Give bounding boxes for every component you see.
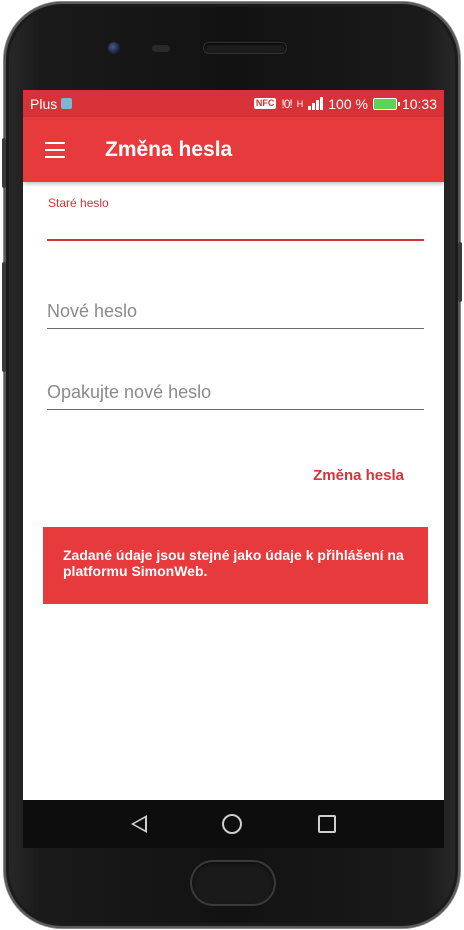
home-icon[interactable] — [222, 814, 243, 834]
image-notification-icon — [61, 98, 73, 109]
battery-icon — [372, 97, 400, 110]
vibrate-icon: !0! — [281, 96, 292, 111]
new-password-underline — [47, 328, 424, 329]
side-button — [2, 138, 6, 188]
nfc-icon: NFC — [253, 98, 277, 109]
earpiece-speaker — [204, 43, 286, 53]
signal-icon — [308, 97, 324, 110]
app-bar: Změna hesla — [23, 117, 444, 182]
old-password-field: Staré heslo — [47, 182, 424, 248]
repeat-password-input[interactable] — [47, 375, 424, 409]
network-type-label: H — [296, 98, 304, 109]
change-password-button[interactable]: Změna hesla — [313, 467, 404, 484]
old-password-input[interactable] — [47, 212, 424, 238]
old-password-label: Staré heslo — [48, 196, 109, 210]
info-notice: Zadané údaje jsou stejné jako údaje k př… — [43, 527, 428, 604]
carrier-label: Plus — [30, 95, 58, 112]
front-camera — [108, 42, 120, 54]
status-bar: Plus NFC !0! H 100 % 10:33 — [23, 90, 444, 117]
recents-icon[interactable] — [318, 815, 337, 833]
page-title: Změna hesla — [105, 137, 233, 161]
proximity-sensor — [152, 45, 170, 52]
new-password-field — [47, 294, 424, 329]
battery-percent: 100 % — [328, 95, 368, 112]
repeat-password-field — [47, 375, 424, 410]
back-icon[interactable] — [130, 815, 147, 833]
clock: 10:33 — [401, 95, 437, 112]
screen: Plus NFC !0! H 100 % 10:33 Změna hesla S… — [23, 90, 444, 800]
volume-button — [2, 262, 6, 372]
old-password-underline — [47, 239, 424, 241]
notice-text: Zadané údaje jsou stejné jako údaje k př… — [63, 547, 404, 579]
power-button — [458, 242, 462, 302]
hardware-home-key[interactable] — [190, 860, 276, 906]
hamburger-menu-icon[interactable] — [45, 141, 65, 158]
change-password-form: Staré heslo — [23, 182, 444, 410]
navigation-bar — [23, 800, 444, 848]
repeat-password-underline — [47, 409, 424, 410]
new-password-input[interactable] — [47, 294, 424, 328]
